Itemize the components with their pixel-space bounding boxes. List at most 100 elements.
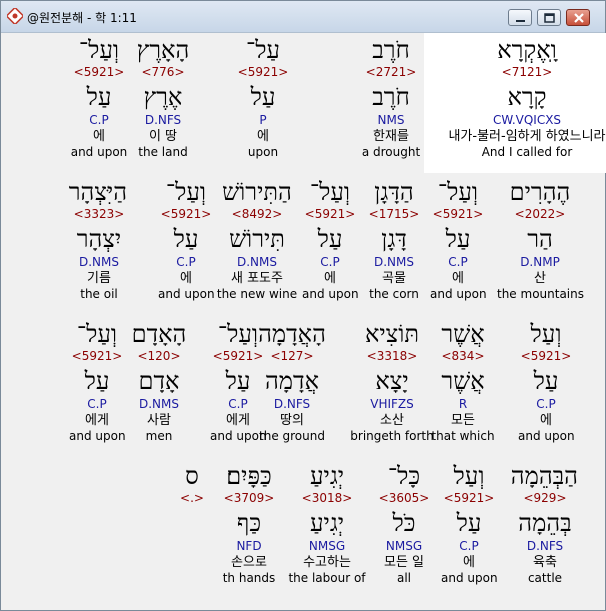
word-parse-code: NMSG [385,539,423,553]
word-korean: 에 [463,555,475,570]
word-hebrew: וְעַל־ [76,320,118,348]
word-strong-number: <3709> [223,491,275,505]
word-root [177,508,207,538]
word-english: the land [138,145,188,159]
word-korean: 이 땅 [148,129,178,144]
word-root: עַל [250,83,276,111]
word-hebrew: כָּל־ [387,462,421,490]
word-english: and upon [69,429,126,443]
word-block[interactable]: וָֽאֶקְרָא <7121> קָרָא CW.VQICXS 내가-불러-임하게 … [424,33,606,173]
word-hebrew: וְעַל־ [437,178,479,206]
word-english: the oil [80,287,118,301]
word-root: בְּהֵמָה [518,509,572,537]
word-block[interactable]: וְעַל־ <5921> עַל C.P 에 and upon [430,177,487,302]
word-root: הַר [527,225,553,253]
word-block[interactable]: ס <.> [177,461,207,586]
word-strong-number: <5921> [432,207,484,221]
main-window: @원전분해 - 학 1:11 וָֽאֶקְרָא <7121> קָרָא CW.V… [0,0,606,611]
word-korean: 모든 일 [383,555,424,570]
word-hebrew: הַבְּהֵמָה [510,462,578,490]
title-bar[interactable]: @원전분해 - 학 1:11 [1,1,605,33]
word-block[interactable]: כַּפָּיִם׃ <3709> כַּף NFD 손으로 th hands [216,461,282,586]
word-strong-number: <5921> [443,491,495,505]
word-strong-number: <5921> [160,207,212,221]
word-block[interactable]: הָאָדָם <120> אָדָם D.NMS 사람 men [131,319,187,444]
word-hebrew: הָאָרֶץ [136,36,190,64]
word-korean: 손으로 [231,555,267,570]
word-korean: 새 포도주 [231,271,283,286]
word-strong-number: <3318> [366,349,418,363]
word-english: And I called for [481,145,573,159]
word-parse-code: D.NFS [144,113,182,127]
word-block[interactable]: וְעַל־ <5921> עַל C.P 에게 and upon [210,319,267,444]
word-korean: 내가-불러-임하게 하였느니라 [448,129,606,144]
word-parse-code: R [458,397,468,411]
word-block[interactable]: הָאָרֶץ <776> אֶרֶץ D.NFS 이 땅 the land [130,35,196,160]
word-root: כֹּל [392,509,416,537]
word-parse-code: D.NMS [236,255,277,269]
word-hebrew: הַתִּירוֹשׁ [222,178,292,206]
word-english: and upon [441,571,498,585]
minimize-icon [516,20,525,22]
word-korean: 소산 [380,413,404,428]
word-block[interactable]: הַתִּירוֹשׁ <8492> תִּירוֹשׁ D.NMS 새 포도주 the … [212,177,302,302]
word-parse-code: NMSG [308,539,346,553]
word-strong-number: <.> [180,491,204,505]
word-hebrew: ס [185,462,199,490]
minimize-button[interactable] [508,9,532,26]
word-english: the labour of [288,571,366,585]
word-korean [177,554,207,571]
window-title: @원전분해 - 학 1:11 [27,11,137,25]
word-hebrew: הֶהָרִים [509,178,571,206]
word-block[interactable]: וְעַל־ <5921> עַל C.P 에 and upon [158,177,215,302]
word-strong-number: <3018> [301,491,353,505]
word-parse-code: C.P [536,397,556,411]
word-strong-number: <2721> [365,65,417,79]
word-english: bringeth forth [350,429,434,443]
word-block[interactable]: עַל־ <5921> עַל P 에 upon [230,35,296,160]
analysis-pane: וָֽאֶקְרָא <7121> קָרָא CW.VQICXS 내가-불러-임하게 … [9,33,606,603]
word-strong-number: <5921> [212,349,264,363]
word-block[interactable]: יְגִיעַ <3018> יְגִיעַ NMSG 수고하는 the labour o… [284,461,370,586]
word-hebrew: הַדָּגָן [374,178,414,206]
word-english: the mountains [497,287,584,301]
word-root: עַל [317,225,343,253]
app-icon [7,8,23,24]
word-korean: 사람 [147,413,171,428]
word-english: th hands [222,571,276,585]
word-korean: 에 [180,271,192,286]
word-block[interactable]: וְעַל־ <5921> עַל C.P 에 and upon [302,177,359,302]
word-strong-number: <834> [441,349,485,363]
word-parse-code: VHIFZS [370,397,414,411]
word-strong-number: <8492> [231,207,283,221]
word-block[interactable]: הַיִּצְהָר <3323> יִצְהָר D.NMS 기름 the oil [69,177,127,302]
word-block[interactable]: הֶהָרִים <2022> הַר D.NMP 산 the mountains [497,177,584,302]
word-english: and upon [430,287,487,301]
word-block[interactable]: כָּל־ <3605> כֹּל NMSG 모든 일 all [371,461,437,586]
word-block[interactable]: וְעַל <5921> עַל C.P 에 and upon [518,319,575,444]
word-korean: 에게 [85,413,109,428]
word-block[interactable]: הַבְּהֵמָה <929> בְּהֵמָה D.NFS 육축 cattle [510,461,578,586]
word-block[interactable]: חֹרֶב <2721> חֹרֶב NMS 한재를 a drought [358,35,424,160]
word-block[interactable]: וְעַל <5921> עַל C.P 에 and upon [441,461,498,586]
word-strong-number: <5921> [304,207,356,221]
word-block[interactable]: הַדָּגָן <1715> דָּגָן D.NMS 곡물 the corn [361,177,427,302]
word-english: upon [247,145,279,159]
word-block[interactable]: וְעַל־ <5921> עַל C.P 에게 and upon [69,319,126,444]
word-root: יָצָא [375,367,409,395]
close-button[interactable] [566,9,590,26]
word-root: עַל [225,367,251,395]
word-hebrew: וָֽאֶקְרָא [497,36,557,64]
close-icon [574,13,584,23]
word-english: that which [431,429,495,443]
word-english: a drought [361,145,421,159]
word-hebrew: הָאָדָם [131,320,187,348]
word-block[interactable]: תּוֹצִיא <3318> יָצָא VHIFZS 소산 bringeth fort… [349,319,435,444]
maximize-button[interactable] [537,9,561,26]
word-korean: 수고하는 [303,555,351,570]
word-block[interactable]: וְעַל־ <5921> עַל C.P 에 and upon [66,35,132,160]
word-hebrew: עַל־ [246,36,280,64]
word-block[interactable]: אֲשֶׁר <834> אֲשֶׁר R 모든 that which [430,319,496,444]
word-root: אֲשֶׁר [441,367,485,395]
word-hebrew: חֹרֶב [372,36,410,64]
